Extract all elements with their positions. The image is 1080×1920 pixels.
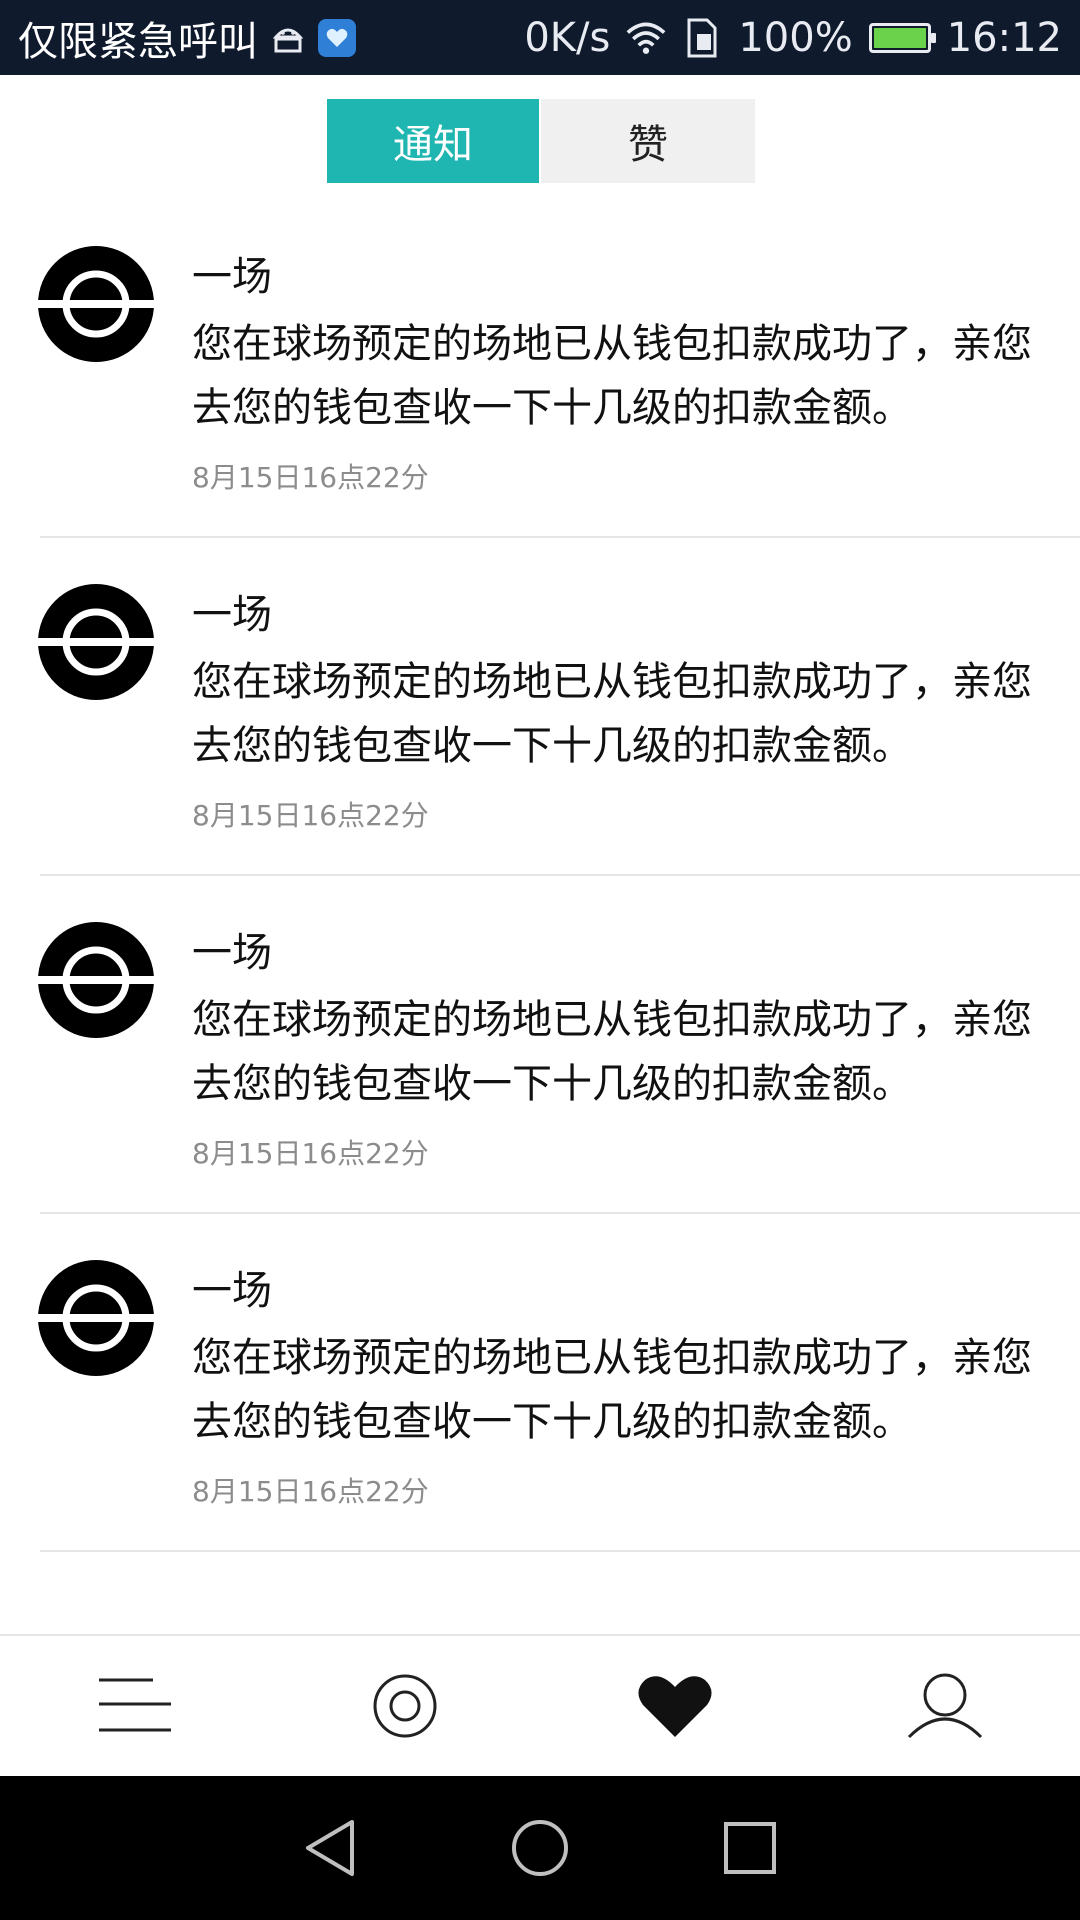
nav-discover[interactable] [270, 1636, 540, 1776]
notification-body: 您在球场预定的场地已从钱包扣款成功了，亲您去您的钱包查收一下十几级的扣款金额。 [192, 659, 1032, 769]
status-bar-right: 0K/s 100% 16:12 [524, 15, 1062, 61]
notification-body: 您在球场预定的场地已从钱包扣款成功了，亲您去您的钱包查收一下十几级的扣款金额。 [192, 997, 1032, 1107]
avatar-icon [38, 1260, 154, 1376]
tab-likes[interactable]: 赞 [541, 99, 755, 183]
network-speed: 0K/s [524, 14, 611, 61]
notification-body: 您在球场预定的场地已从钱包扣款成功了，亲您去您的钱包查收一下十几级的扣款金额。 [192, 1335, 1032, 1445]
notification-time: 8月15日16点22分 [192, 799, 429, 832]
status-bar: 仅限紧急呼叫 0K/s 100% 16:12 [0, 0, 1080, 75]
android-icon [268, 18, 308, 58]
home-icon [512, 1820, 568, 1876]
system-nav-bar [0, 1776, 1080, 1920]
nav-favorites[interactable] [540, 1636, 810, 1776]
target-icon [373, 1674, 437, 1738]
battery-percent: 100% [738, 14, 853, 61]
list-item[interactable]: 一场 您在球场预定的场地已从钱包扣款成功了，亲您去您的钱包查收一下十几级的扣款金… [0, 538, 1080, 876]
nav-profile[interactable] [810, 1636, 1080, 1776]
heart-icon [638, 1676, 712, 1737]
notification-title: 一场 [192, 930, 272, 976]
carrier-text: 仅限紧急呼叫 [18, 18, 258, 65]
notification-list: 一场 您在球场预定的场地已从钱包扣款成功了，亲您去您的钱包查收一下十几级的扣款金… [0, 200, 1080, 1552]
recents-icon [724, 1822, 776, 1874]
sim-icon [682, 18, 722, 58]
back-button[interactable] [295, 1813, 365, 1883]
avatar-icon [38, 584, 154, 700]
list-item[interactable]: 一场 您在球场预定的场地已从钱包扣款成功了，亲您去您的钱包查收一下十几级的扣款金… [0, 876, 1080, 1214]
app-badge-icon [318, 18, 356, 57]
notification-title: 一场 [192, 254, 272, 300]
recents-button[interactable] [715, 1813, 785, 1883]
notification-body: 您在球场预定的场地已从钱包扣款成功了，亲您去您的钱包查收一下十几级的扣款金额。 [192, 321, 1032, 431]
home-button[interactable] [505, 1813, 575, 1883]
bottom-nav [0, 1634, 1080, 1776]
tab-notifications[interactable]: 通知 [327, 99, 539, 183]
nav-menu[interactable] [0, 1636, 270, 1776]
status-bar-left: 仅限紧急呼叫 [18, 9, 524, 67]
avatar-icon [38, 246, 154, 362]
avatar-icon [38, 922, 154, 1038]
notification-title: 一场 [192, 592, 272, 638]
notification-time: 8月15日16点22分 [192, 1475, 429, 1508]
notification-time: 8月15日16点22分 [192, 1137, 429, 1170]
battery-icon [868, 22, 936, 53]
list-item[interactable]: 一场 您在球场预定的场地已从钱包扣款成功了，亲您去您的钱包查收一下十几级的扣款金… [0, 1214, 1080, 1552]
user-icon [907, 1673, 983, 1739]
menu-icon [99, 1678, 171, 1732]
clock: 16:12 [946, 14, 1062, 61]
notification-time: 8月15日16点22分 [192, 461, 429, 494]
wifi-icon [626, 18, 666, 58]
divider [40, 1550, 1080, 1552]
list-item[interactable]: 一场 您在球场预定的场地已从钱包扣款成功了，亲您去您的钱包查收一下十几级的扣款金… [0, 200, 1080, 538]
back-icon [306, 1820, 354, 1876]
notification-title: 一场 [192, 1268, 272, 1314]
tab-bar: 通知 赞 [327, 99, 755, 183]
